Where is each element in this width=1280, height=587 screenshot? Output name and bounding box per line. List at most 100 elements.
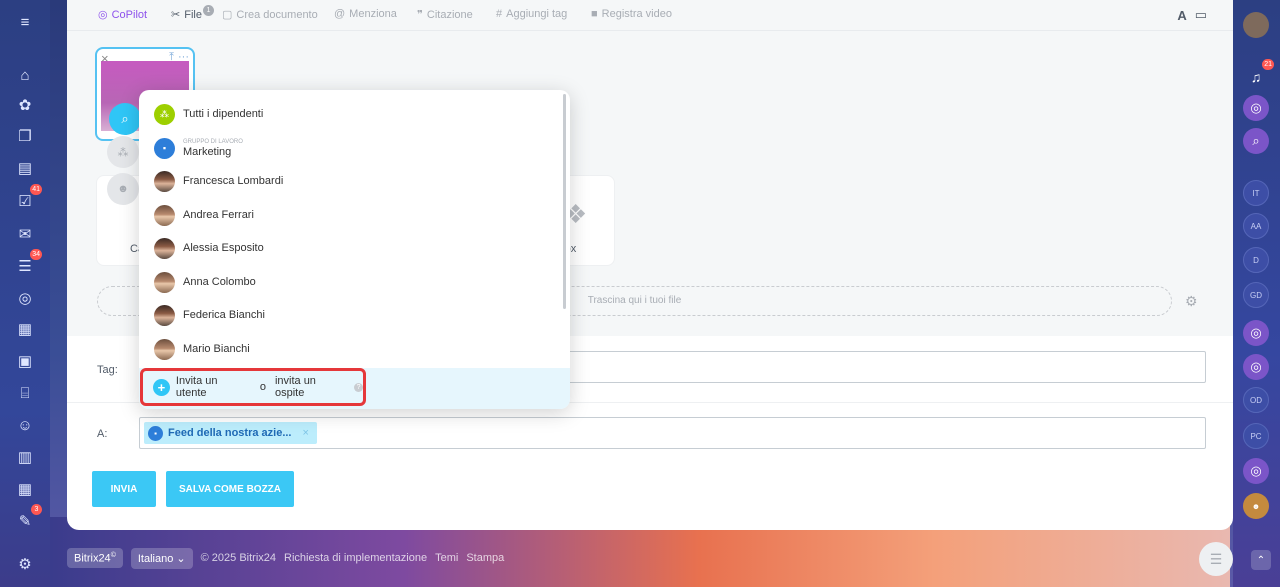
- format-controls: A ▭: [1177, 7, 1207, 23]
- filter-icon[interactable]: ☰ 34: [13, 249, 42, 278]
- invite-guest-link[interactable]: invita un ospite: [275, 375, 348, 399]
- document-icon[interactable]: ▣: [13, 349, 37, 373]
- create-document-button[interactable]: ▢ Crea documento: [222, 8, 318, 22]
- recipients-input[interactable]: ▪ Feed della nostra azie... ×: [139, 417, 1206, 449]
- tag-label: Tag:: [97, 364, 118, 376]
- network-icon[interactable]: ⁂: [107, 136, 139, 168]
- mail-icon[interactable]: ✉: [13, 222, 37, 246]
- tasks-icon[interactable]: ☑ 41: [13, 184, 42, 213]
- avatar: [154, 271, 175, 293]
- paperclip-icon: ✂: [171, 9, 181, 21]
- mention-button[interactable]: @ Menziona: [334, 8, 397, 20]
- contacts-icon[interactable]: ☺: [13, 413, 37, 437]
- help-icon[interactable]: ?: [354, 382, 363, 392]
- implementation-link[interactable]: Richiesta di implementazione: [284, 552, 427, 564]
- copilot-chat-icon-4[interactable]: ◎: [1243, 458, 1269, 484]
- copilot-button[interactable]: ◎ CoPilot: [98, 8, 148, 22]
- chevron-down-icon: ⌄: [176, 552, 186, 565]
- search-file-icon[interactable]: ⌕: [109, 103, 141, 135]
- quote-label: Citazione: [426, 8, 473, 21]
- add-tag-label: Aggiungi tag: [506, 8, 568, 20]
- popup-item-user[interactable]: Andrea Ferrari: [154, 202, 254, 228]
- plus-icon[interactable]: +: [153, 378, 170, 396]
- file-count-badge: 1: [202, 5, 214, 16]
- save-draft-button[interactable]: Salva come bozza: [166, 471, 294, 507]
- menu-fab-icon[interactable]: ☰: [1199, 542, 1233, 576]
- copilot-chat-icon-3[interactable]: ◎: [1243, 354, 1269, 380]
- popup-item-label: Mario Bianchi: [183, 343, 250, 355]
- avatar-it[interactable]: IT: [1243, 180, 1269, 206]
- popup-item-label: Andrea Ferrari: [183, 209, 254, 221]
- feed-icon[interactable]: ▤: [13, 156, 37, 180]
- recipient-selector-popup: ⁂ Tutti i dipendenti ▪ GRUPPO DI LAVORO …: [139, 90, 570, 409]
- avatar-od[interactable]: OD: [1243, 387, 1269, 413]
- avatar-aa[interactable]: AA: [1243, 213, 1269, 239]
- quote-button[interactable]: ❞ Citazione: [417, 8, 473, 22]
- popup-item-user[interactable]: Alessia Esposito: [154, 235, 264, 261]
- left-sidebar: ≡ ⌂ ✿ ❐ ▤ ☑ 41 ✉ ☰ 34 ◎ ▦ ▣ ⌸ ☺ ▥ ▦ ✎ 3 ⚙: [0, 0, 50, 587]
- chat-icon[interactable]: ❐: [13, 124, 37, 148]
- file-button[interactable]: ✂ File 1: [171, 5, 217, 21]
- popup-item-user[interactable]: Mario Bianchi: [154, 336, 250, 362]
- create-document-label: Crea documento: [236, 8, 318, 21]
- filter-badge: 34: [30, 249, 42, 260]
- people-icon: ☻: [107, 173, 139, 205]
- popup-item-label: Marketing: [183, 145, 232, 158]
- avatar-pc[interactable]: PC: [1243, 423, 1269, 449]
- copilot-label: CoPilot: [111, 8, 148, 21]
- invite-user-link[interactable]: Invita un utente: [176, 375, 251, 399]
- schedule-icon[interactable]: ▦: [13, 477, 37, 501]
- recipient-chip-label: Feed della nostra azie...: [168, 427, 292, 439]
- to-label: A:: [97, 428, 108, 440]
- group-chat-icon[interactable]: ☻: [1243, 493, 1269, 519]
- drive-icon[interactable]: ⌸: [13, 381, 37, 405]
- popup-item-marketing[interactable]: ▪ GRUPPO DI LAVORO Marketing: [154, 134, 243, 162]
- popup-item-user[interactable]: Federica Bianchi: [154, 302, 265, 328]
- scrollbar[interactable]: [563, 94, 566, 309]
- scroll-up-icon[interactable]: ⌃: [1251, 550, 1271, 570]
- calendar-icon[interactable]: ▦: [13, 317, 37, 341]
- edit-icon[interactable]: ✎ 3: [13, 504, 42, 533]
- more-icon[interactable]: ···: [178, 51, 189, 64]
- language-select[interactable]: Italiano ⌄: [130, 547, 193, 569]
- avatar-gd[interactable]: GD: [1243, 282, 1269, 308]
- tasks-badge: 41: [30, 184, 42, 195]
- notifications-badge: 21: [1262, 59, 1274, 70]
- popup-item-all-employees[interactable]: ⁂ Tutti i dipendenti: [154, 101, 263, 127]
- avatar-d[interactable]: D: [1243, 247, 1269, 273]
- edit-badge: 3: [31, 504, 42, 515]
- recipient-chip[interactable]: ▪ Feed della nostra azie... ×: [144, 422, 317, 444]
- workgroup-sublabel: GRUPPO DI LAVORO: [183, 138, 243, 145]
- print-link[interactable]: Stampa: [466, 552, 504, 564]
- insert-icon[interactable]: ⤒: [169, 51, 174, 64]
- presentation-icon[interactable]: ▥: [13, 445, 37, 469]
- add-tag-button[interactable]: # Aggiungi tag: [496, 8, 567, 20]
- user-avatar[interactable]: [1243, 12, 1269, 38]
- remove-icon[interactable]: ×: [303, 427, 309, 439]
- font-format-button[interactable]: A: [1177, 8, 1186, 23]
- search-chat-icon[interactable]: ⌕: [1243, 128, 1269, 154]
- popup-item-user[interactable]: Anna Colombo: [154, 269, 256, 295]
- menu-icon[interactable]: ≡: [13, 10, 37, 34]
- copilot-chat-icon-2[interactable]: ◎: [1243, 320, 1269, 346]
- record-video-button[interactable]: ■ Registra video: [591, 8, 672, 20]
- settings-icon[interactable]: ⚙: [13, 552, 37, 576]
- close-icon[interactable]: ×: [101, 51, 109, 66]
- right-sidebar: ♫ 21 ◎ ⌕ IT AA D GD ◎ ◎ OD PC ◎ ☻: [1233, 0, 1280, 587]
- home-icon[interactable]: ⌂: [13, 63, 37, 87]
- editor-toolbar: ◎ CoPilot ✂ File 1 ▢ Crea documento @ Menzion…: [67, 0, 1233, 31]
- notifications-icon[interactable]: ♫ 21: [1243, 59, 1274, 90]
- send-button[interactable]: Invia: [92, 471, 156, 507]
- video-icon: ■: [591, 8, 598, 20]
- popup-item-label: Francesca Lombardi: [183, 175, 284, 187]
- brand-badge[interactable]: Bitrix24©: [67, 547, 123, 569]
- invite-highlight: + Invita un utente o invita un ospite ?: [140, 368, 366, 406]
- target-icon[interactable]: ◎: [13, 286, 37, 310]
- themes-link[interactable]: Temi: [435, 552, 458, 564]
- attachment-controls: ⤒ ···: [169, 51, 189, 64]
- popup-item-user[interactable]: Francesca Lombardi: [154, 168, 283, 194]
- fullscreen-icon[interactable]: ▭: [1195, 7, 1207, 23]
- gear-icon[interactable]: ⚙: [1185, 293, 1198, 310]
- copilot-icon[interactable]: ✿: [13, 93, 37, 117]
- copilot-chat-icon[interactable]: ◎: [1243, 95, 1269, 121]
